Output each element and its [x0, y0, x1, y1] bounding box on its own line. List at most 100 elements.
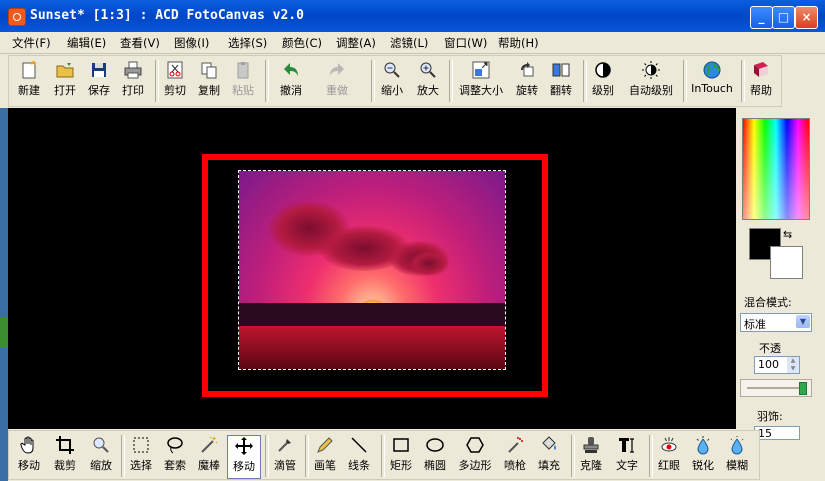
auto-contrast-icon	[642, 61, 660, 79]
airbrush-icon	[508, 437, 523, 453]
rotate-button[interactable]: 旋转	[511, 60, 543, 102]
floppy-disk-icon	[92, 63, 106, 77]
background-color-swatch[interactable]	[770, 246, 803, 279]
tool-rectangle[interactable]: 矩形	[385, 435, 417, 477]
tool-crop[interactable]: 裁剪	[49, 435, 81, 477]
app-icon[interactable]	[8, 8, 26, 26]
ellipse-icon	[426, 438, 444, 452]
copy-button[interactable]: 复制	[193, 60, 225, 102]
blend-mode-label: 混合模式:	[744, 296, 792, 309]
tool-red-eye[interactable]: 红眼	[653, 435, 685, 477]
app-window: Sunset* [1:3] : ACD FotoCanvas v2.0 _ □ …	[0, 0, 825, 481]
blend-mode-select[interactable]: 标准 ▼	[740, 313, 812, 332]
new-file-icon	[22, 60, 36, 79]
stamp-icon	[583, 437, 599, 453]
zoom-out-button[interactable]: 缩小	[375, 60, 409, 102]
menu-select[interactable]: 选择(S)	[228, 35, 267, 51]
tool-polygon[interactable]: 多边形	[455, 435, 495, 477]
new-button[interactable]: 新建	[13, 60, 45, 102]
move-arrows-icon	[235, 437, 253, 455]
hand-icon	[20, 436, 34, 454]
open-button[interactable]: 打开	[49, 60, 81, 102]
tool-blur[interactable]: 模糊	[721, 435, 753, 477]
tool-pencil[interactable]: 画笔	[309, 435, 341, 477]
menu-image[interactable]: 图像(I)	[174, 35, 209, 51]
lasso-icon	[167, 437, 183, 454]
tool-eyedropper[interactable]: 滴管	[269, 435, 301, 477]
auto-levels-button[interactable]: 自动级别	[623, 60, 679, 102]
eyedropper-icon	[278, 439, 291, 452]
redo-button[interactable]: 重做	[315, 60, 359, 102]
image-water	[239, 326, 505, 369]
polygon-icon	[466, 437, 484, 453]
menu-bar: 文件(F) 编辑(E) 查看(V) 图像(I) 选择(S) 颜色(C) 调整(A…	[0, 32, 825, 54]
sunset-image[interactable]	[238, 170, 506, 370]
title-bar[interactable]: Sunset* [1:3] : ACD FotoCanvas v2.0 _ □ …	[0, 0, 825, 32]
close-button[interactable]: ×	[795, 6, 818, 29]
flip-icon	[552, 63, 570, 77]
canvas-area[interactable]	[8, 108, 736, 429]
clipboard-icon	[237, 62, 249, 79]
globe-icon	[703, 61, 721, 79]
swap-colors-icon[interactable]: ⇆	[783, 228, 792, 241]
tool-fill[interactable]: 填充	[533, 435, 565, 477]
stepper-arrows-icon[interactable]: ▲ ▼	[787, 357, 799, 373]
slider-thumb[interactable]	[799, 382, 807, 395]
opacity-slider[interactable]	[740, 379, 812, 397]
opacity-stepper[interactable]: 100 ▲ ▼	[754, 356, 800, 374]
feather-stepper[interactable]: 15	[754, 426, 800, 440]
help-book-icon	[754, 62, 768, 77]
rotate-icon	[521, 62, 534, 77]
marquee-select-icon	[133, 437, 149, 453]
tool-airbrush[interactable]: 喷枪	[499, 435, 531, 477]
flip-button[interactable]: 翻转	[545, 60, 577, 102]
blur-drop-icon	[730, 436, 744, 455]
paste-button[interactable]: 粘贴	[227, 60, 259, 102]
print-button[interactable]: 打印	[117, 60, 149, 102]
red-eye-icon	[661, 437, 677, 452]
menu-color[interactable]: 颜色(C)	[282, 35, 322, 51]
scissors-icon	[167, 61, 183, 79]
copy-icon	[201, 62, 217, 79]
minimize-button[interactable]: _	[750, 6, 773, 29]
tool-pan[interactable]: 移动	[13, 435, 45, 477]
tool-lasso[interactable]: 套索	[159, 435, 191, 477]
menu-file[interactable]: 文件(F)	[12, 35, 51, 51]
image-mountains	[239, 303, 505, 327]
tool-text[interactable]: 文字	[611, 435, 643, 477]
color-panel: ⇆ 混合模式: 标准 ▼ 不透 100 ▲ ▼ 羽饰: 15	[737, 108, 825, 440]
intouch-button[interactable]: InTouch	[687, 60, 737, 102]
chevron-down-icon[interactable]: ▼	[796, 315, 810, 328]
paint-bucket-icon	[542, 436, 556, 450]
sharpen-drop-icon	[696, 436, 710, 455]
menu-help[interactable]: 帮助(H)	[498, 35, 539, 51]
undo-button[interactable]: 撤消	[269, 60, 313, 102]
tool-sharpen[interactable]: 锐化	[687, 435, 719, 477]
menu-edit[interactable]: 编辑(E)	[67, 35, 106, 51]
menu-view[interactable]: 查看(V)	[120, 35, 160, 51]
tool-clone[interactable]: 克隆	[575, 435, 607, 477]
tool-ellipse[interactable]: 椭圆	[419, 435, 451, 477]
feather-label: 羽饰:	[757, 410, 783, 423]
tool-move[interactable]: 移动	[227, 435, 261, 479]
color-spectrum-picker[interactable]	[742, 118, 810, 220]
levels-button[interactable]: 级别	[587, 60, 619, 102]
zoom-out-icon	[384, 62, 400, 78]
tool-magic-wand[interactable]: 魔棒	[193, 435, 225, 477]
maximize-button[interactable]: □	[772, 6, 795, 29]
cut-button[interactable]: 剪切	[159, 60, 191, 102]
tool-zoom[interactable]: 缩放	[85, 435, 117, 477]
resize-icon	[472, 61, 490, 79]
magnifier-icon	[93, 437, 109, 453]
contrast-icon	[595, 62, 611, 78]
menu-filter[interactable]: 滤镜(L)	[390, 35, 428, 51]
help-button[interactable]: 帮助	[745, 60, 777, 102]
resize-button[interactable]: 调整大小	[453, 60, 509, 102]
undo-arrow-icon	[284, 63, 298, 76]
tool-line[interactable]: 线条	[343, 435, 375, 477]
menu-adjust[interactable]: 调整(A)	[336, 35, 376, 51]
tool-select[interactable]: 选择	[125, 435, 157, 477]
zoom-in-button[interactable]: 放大	[411, 60, 445, 102]
menu-window[interactable]: 窗口(W)	[444, 35, 487, 51]
save-button[interactable]: 保存	[83, 60, 115, 102]
